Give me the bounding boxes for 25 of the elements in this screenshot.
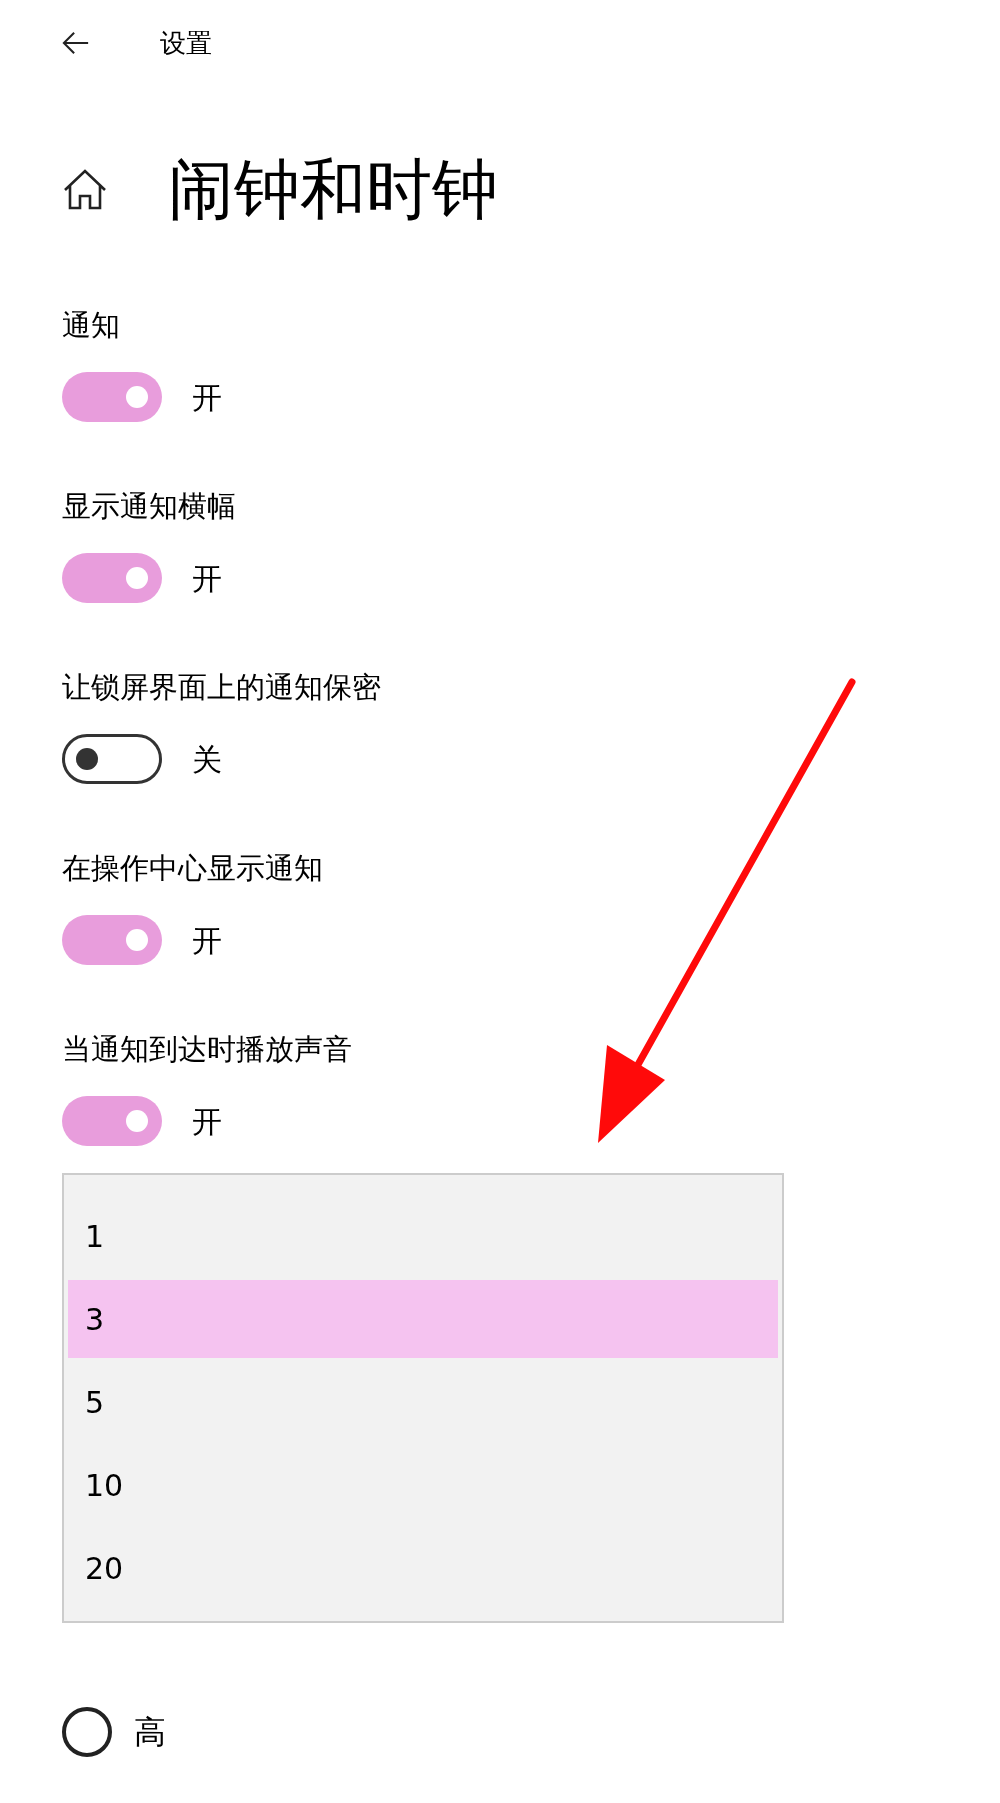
dropdown-option[interactable]: 1 <box>68 1197 778 1275</box>
window-title: 设置 <box>160 26 212 60</box>
setting-label: 让锁屏界面上的通知保密 <box>62 669 382 706</box>
toggle-state-label: 开 <box>192 921 222 960</box>
toggle-switch[interactable] <box>62 734 162 784</box>
dropdown-option[interactable]: 20 <box>68 1529 778 1607</box>
page-title: 闹钟和时钟 <box>168 157 498 223</box>
back-arrow-icon <box>62 30 90 56</box>
toggle-state-label: 开 <box>192 1102 222 1141</box>
toggle-switch[interactable] <box>62 915 162 965</box>
toggle-switch[interactable] <box>62 372 162 422</box>
toggle-state-label: 开 <box>192 559 222 598</box>
toggle-switch[interactable] <box>62 553 162 603</box>
setting-label: 通知 <box>62 307 121 344</box>
dropdown-option[interactable]: 5 <box>68 1363 778 1441</box>
setting-label: 显示通知横幅 <box>62 488 237 525</box>
dropdown-option[interactable]: 10 <box>68 1446 778 1524</box>
dropdown-option[interactable]: 3 <box>68 1280 778 1358</box>
toggle-switch[interactable] <box>62 1096 162 1146</box>
setting-label: 在操作中心显示通知 <box>62 850 324 887</box>
radio-label: 高 <box>134 1712 166 1753</box>
toggle-state-label: 开 <box>192 378 222 417</box>
setting-label: 当通知到达时播放声音 <box>62 1031 353 1068</box>
toggle-state-label: 关 <box>192 740 222 779</box>
radio-button[interactable] <box>62 1707 112 1757</box>
